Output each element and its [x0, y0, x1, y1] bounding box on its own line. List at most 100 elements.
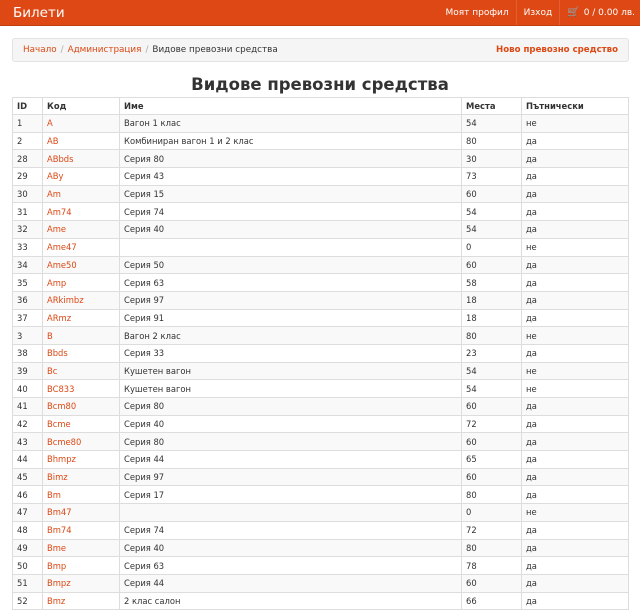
cell-passenger: да	[521, 220, 629, 239]
table-row: 45 Bimz Серия 97 60 да	[12, 467, 629, 487]
cell-passenger: да	[521, 255, 629, 275]
table-row: 38 Bbds Серия 33 23 да	[12, 343, 629, 363]
cell-name: Вагон 2 клас	[119, 326, 462, 345]
breadcrumb-admin[interactable]: Администрация	[68, 45, 142, 55]
vehicle-code-link[interactable]: Bcm80	[47, 401, 76, 411]
vehicle-code-link[interactable]: Am	[47, 189, 61, 199]
vehicle-code-link[interactable]: A	[47, 118, 53, 128]
vehicle-code-link[interactable]: Am74	[47, 207, 72, 217]
cell-code: Bimz	[42, 467, 120, 487]
cell-passenger: да	[521, 202, 629, 222]
cell-name: Серия 44	[119, 573, 462, 593]
vehicle-code-link[interactable]: Bme	[47, 543, 66, 553]
vehicle-code-link[interactable]: Bhmpz	[47, 454, 76, 464]
vehicle-code-link[interactable]: Amp	[47, 278, 66, 288]
cell-seats: 18	[461, 290, 522, 310]
cell-name: Серия 74	[119, 520, 462, 540]
cell-id: 38	[12, 343, 43, 363]
cell-seats: 0	[461, 503, 522, 522]
breadcrumb-home[interactable]: Начало	[23, 45, 57, 55]
cell-id: 35	[12, 273, 43, 292]
table-row: 51 Bmpz Серия 44 60 да	[12, 573, 629, 593]
cell-name: Серия 43	[119, 167, 462, 186]
vehicle-code-link[interactable]: Bm	[47, 490, 61, 500]
cell-name: Серия 97	[119, 467, 462, 487]
cell-code: A	[42, 114, 120, 133]
vehicle-code-link[interactable]: BC833	[47, 384, 74, 394]
vehicle-code-link[interactable]: B	[47, 331, 53, 341]
cell-code: B	[42, 326, 120, 345]
cart-total: 0 / 0.00 лв.	[583, 7, 635, 18]
cell-seats: 72	[461, 414, 522, 434]
vehicle-code-link[interactable]: Bmpz	[47, 578, 71, 588]
vehicle-code-link[interactable]: Ame	[47, 224, 66, 234]
cell-id: 2	[12, 131, 43, 151]
vehicle-code-link[interactable]: Ame50	[47, 260, 77, 270]
vehicle-code-link[interactable]: ARkimbz	[47, 295, 84, 305]
vehicle-code-link[interactable]: Bmz	[47, 596, 65, 606]
cell-code: ABy	[42, 167, 120, 186]
vehicle-code-link[interactable]: AB	[47, 136, 58, 146]
cell-code: Am	[42, 184, 120, 204]
cell-name: Кушетен вагон	[119, 379, 462, 398]
cell-seats: 66	[461, 591, 522, 611]
vehicle-code-link[interactable]: ABbds	[47, 154, 73, 164]
cell-name: Кушетен вагон	[119, 361, 462, 381]
vehicle-types-table: ID Код Име Места Пътнически 1 A Вагон 1 кл…	[12, 97, 629, 611]
cell-passenger: да	[521, 397, 629, 416]
cell-name: Серия 91	[119, 308, 462, 328]
table-row: 2 AB Комбиниран вагон 1 и 2 клас 80 да	[12, 131, 629, 151]
vehicle-code-link[interactable]: Ame47	[47, 242, 77, 252]
cell-id: 47	[12, 503, 43, 522]
vehicle-code-link[interactable]: Bmp	[47, 561, 66, 571]
table-row: 43 Bcme80 Серия 80 60 да	[12, 432, 629, 452]
cell-passenger: да	[521, 538, 629, 558]
table-row: 35 Amp Серия 63 58 да	[12, 273, 629, 292]
cell-passenger: не	[521, 326, 629, 345]
breadcrumb-separator: /	[145, 45, 149, 55]
table-row: 40 BC833 Кушетен вагон 54 не	[12, 379, 629, 398]
cell-code: Amp	[42, 273, 120, 292]
vehicle-code-link[interactable]: Bbds	[47, 348, 68, 358]
cell-id: 48	[12, 520, 43, 540]
cell-passenger: да	[521, 343, 629, 363]
vehicle-code-link[interactable]: Bcme80	[47, 437, 81, 447]
cell-name: Серия 40	[119, 414, 462, 434]
my-profile-link[interactable]: Моят профил	[438, 0, 515, 25]
vehicle-code-link[interactable]: Bcme	[47, 419, 71, 429]
vehicle-code-link[interactable]: ARmz	[47, 313, 71, 323]
cell-seats: 54	[461, 361, 522, 381]
table-row: 52 Bmz 2 клас салон 66 да	[12, 591, 629, 611]
vehicle-code-link[interactable]: Bc	[47, 366, 57, 376]
cell-seats: 80	[461, 538, 522, 558]
table-row: 47 Bm47 0 не	[12, 503, 629, 522]
table-row: 28 ABbds Серия 80 30 да	[12, 149, 629, 169]
cell-seats: 60	[461, 573, 522, 593]
cell-passenger: не	[521, 361, 629, 381]
cell-seats: 80	[461, 326, 522, 345]
table-row: 30 Am Серия 15 60 да	[12, 184, 629, 204]
header-seats: Места	[461, 97, 522, 115]
table-row: 33 Ame47 0 не	[12, 237, 629, 257]
table-row: 1 A Вагон 1 клас 54 не	[12, 114, 629, 133]
cell-name: Серия 80	[119, 397, 462, 416]
vehicle-code-link[interactable]: Bm74	[47, 525, 72, 535]
cell-name	[119, 503, 462, 522]
cell-passenger: да	[521, 290, 629, 310]
cell-passenger: да	[521, 308, 629, 328]
brand-link[interactable]: Билети	[13, 5, 65, 21]
table-row: 44 Bhmpz Серия 44 65 да	[12, 450, 629, 469]
new-vehicle-link[interactable]: Ново превозно средство	[496, 45, 618, 55]
cell-name: Серия 44	[119, 450, 462, 469]
vehicle-code-link[interactable]: Bimz	[47, 472, 68, 482]
cell-passenger: да	[521, 131, 629, 151]
cell-id: 3	[12, 326, 43, 345]
cell-seats: 0	[461, 237, 522, 257]
cell-id: 33	[12, 237, 43, 257]
logout-link[interactable]: Изход	[515, 0, 560, 25]
vehicle-code-link[interactable]: ABy	[47, 171, 63, 181]
cell-seats: 78	[461, 556, 522, 575]
vehicle-code-link[interactable]: Bm47	[47, 507, 72, 517]
table-row: 48 Bm74 Серия 74 72 да	[12, 520, 629, 540]
cart-link[interactable]: 🛒 0 / 0.00 лв.	[559, 0, 640, 25]
